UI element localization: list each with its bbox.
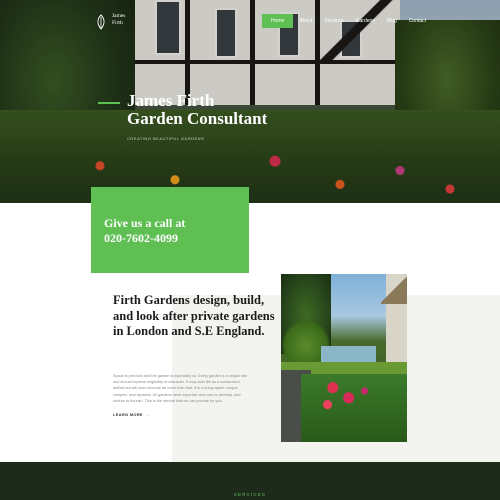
logo-line2: Firth — [112, 20, 123, 26]
about-body: Space is precious and the garden is espe… — [113, 374, 248, 403]
site-logo[interactable]: James Firth — [96, 13, 125, 30]
hero-title: James Firth Garden Consultant — [127, 92, 347, 128]
hero-accent-line — [98, 102, 120, 104]
logo-line1: James — [112, 13, 126, 19]
phone-number[interactable]: 020-7602-4099 — [104, 231, 178, 246]
main-nav: Home About Services Gardens Blog Contact — [262, 14, 432, 28]
nav-item-contact[interactable]: Contact — [403, 14, 432, 28]
hero-title-line1: James Firth — [127, 91, 215, 110]
services-heading: SERVICES — [233, 492, 267, 497]
learn-more-label: LEARN MORE — [113, 412, 143, 417]
garden-photo — [281, 274, 407, 442]
leaf-icon — [97, 14, 105, 30]
nav-item-about[interactable]: About — [293, 14, 318, 28]
arrow-right-icon: → — [145, 412, 151, 417]
call-heading: Give us a call at — [104, 216, 186, 230]
nav-item-gardens[interactable]: Gardens — [350, 14, 381, 28]
nav-item-services[interactable]: Services — [318, 14, 349, 28]
call-box: Give us a call at 020-7602-4099 — [91, 187, 249, 273]
nav-item-home[interactable]: Home — [262, 14, 294, 28]
hero-title-line2: Garden Consultant — [127, 109, 268, 128]
logo-text: James Firth — [112, 13, 125, 27]
hero-subtitle: CREATING BEAUTIFUL GARDENS — [127, 136, 205, 141]
learn-more-link[interactable]: LEARN MORE → — [113, 412, 150, 417]
nav-item-blog[interactable]: Blog — [381, 14, 403, 28]
about-title: Firth Gardens design, build, and look af… — [113, 293, 275, 338]
